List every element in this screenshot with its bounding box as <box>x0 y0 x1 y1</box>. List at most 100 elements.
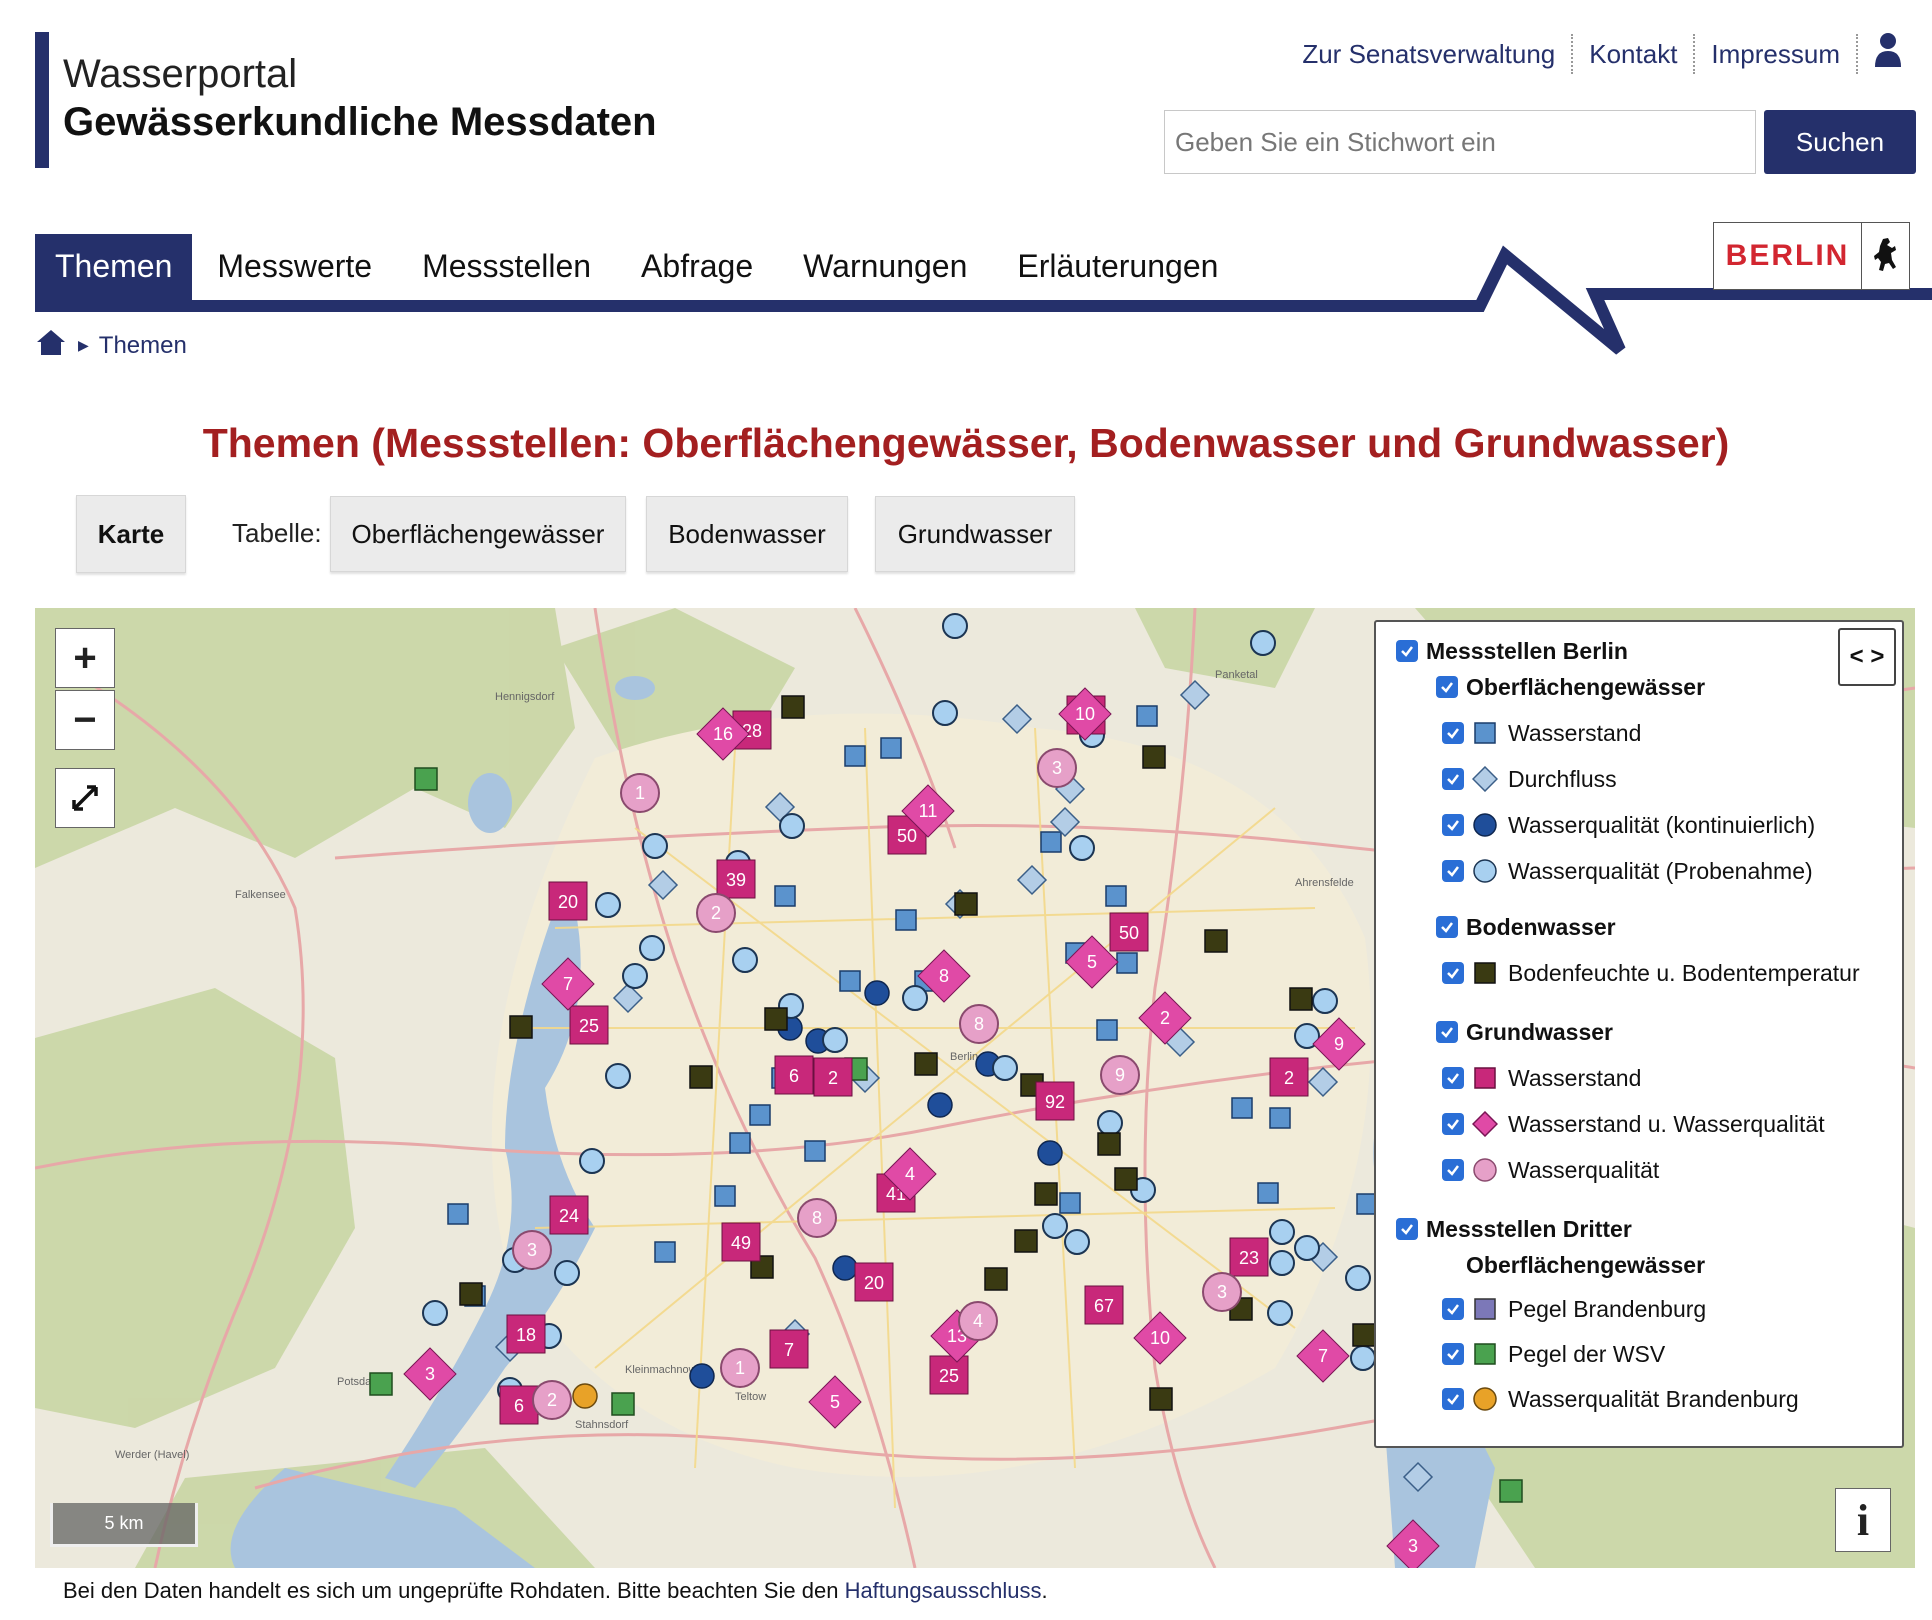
checkbox-checked-icon[interactable] <box>1442 1343 1464 1365</box>
bodenwasser-marker[interactable] <box>1097 1132 1121 1156</box>
gw-cluster[interactable]: 20 <box>548 881 588 921</box>
wq-probenahme-marker[interactable] <box>422 1300 448 1326</box>
ow-wasserstand-marker[interactable] <box>1136 705 1158 727</box>
bodenwasser-marker[interactable] <box>954 892 978 916</box>
haftungsausschluss-link[interactable]: Haftungsausschluss <box>845 1578 1042 1603</box>
wq-probenahme-marker[interactable] <box>554 1260 580 1286</box>
site-title[interactable]: Wasserportal <box>63 52 297 97</box>
wq-probenahme-marker[interactable] <box>1064 1229 1090 1255</box>
gw-cluster[interactable]: 1 <box>620 773 660 813</box>
legend-item-durchfluss[interactable]: Durchfluss <box>1442 762 1617 796</box>
gw-cluster[interactable]: 9 <box>1100 1055 1140 1095</box>
bodenwasser-marker[interactable] <box>459 1282 483 1306</box>
wq-probenahme-marker[interactable] <box>642 833 668 859</box>
tab-grundwasser[interactable]: Grundwasser <box>875 496 1075 572</box>
map[interactable]: Berlin Potsda Hennigsdorf Falkensee Telt… <box>35 608 1915 1568</box>
legend-item-gw-wasserstand[interactable]: Wasserstand <box>1442 1061 1641 1095</box>
nav-messstellen[interactable]: Messstellen <box>397 234 616 306</box>
legend-item-ow-wasserstand[interactable]: Wasserstand <box>1442 716 1641 750</box>
checkbox-checked-icon[interactable] <box>1436 1021 1458 1043</box>
wq-probenahme-marker[interactable] <box>1069 835 1095 861</box>
legend-ofg[interactable]: Oberflächengewässer <box>1436 670 1705 704</box>
zoom-out-button[interactable]: − <box>55 690 115 750</box>
ow-wasserstand-marker[interactable] <box>714 1185 736 1207</box>
wq-brandenburg-marker[interactable] <box>572 1383 598 1409</box>
gw-cluster[interactable]: 18 <box>506 1314 546 1354</box>
gw-cluster[interactable]: 23 <box>1229 1237 1269 1277</box>
link-impressum[interactable]: Impressum <box>1695 33 1858 74</box>
gw-cluster[interactable]: 6 <box>499 1385 539 1425</box>
ow-wasserstand-marker[interactable] <box>895 909 917 931</box>
gw-cluster[interactable]: 50 <box>1109 912 1149 952</box>
gw-cluster[interactable]: 3 <box>1202 1272 1242 1312</box>
bodenwasser-marker[interactable] <box>689 1065 713 1089</box>
wq-probenahme-marker[interactable] <box>992 1055 1018 1081</box>
wq-probenahme-marker[interactable] <box>942 613 968 639</box>
checkbox-checked-icon[interactable] <box>1442 814 1464 836</box>
ow-wasserstand-marker[interactable] <box>729 1132 751 1154</box>
checkbox-checked-icon[interactable] <box>1442 962 1464 984</box>
bodenwasser-marker[interactable] <box>764 1007 788 1031</box>
gw-cluster[interactable]: 25 <box>929 1355 969 1395</box>
nav-themen[interactable]: Themen <box>35 234 193 306</box>
pegel-wsv-marker[interactable] <box>414 767 438 791</box>
ow-wasserstand-marker[interactable] <box>839 970 861 992</box>
bodenwasser-marker[interactable] <box>781 695 805 719</box>
link-senatsverwaltung[interactable]: Zur Senatsverwaltung <box>1286 33 1574 74</box>
ow-wasserstand-marker[interactable] <box>774 885 796 907</box>
tab-oberflaechengewaesser[interactable]: Oberflächengewässer <box>330 496 626 572</box>
ow-wasserstand-marker[interactable] <box>880 737 902 759</box>
bodenwasser-marker[interactable] <box>984 1267 1008 1291</box>
search-button[interactable]: Suchen <box>1764 110 1916 174</box>
ow-wasserstand-marker[interactable] <box>447 1203 469 1225</box>
gw-cluster[interactable]: 24 <box>549 1195 589 1235</box>
wq-probenahme-marker[interactable] <box>1267 1300 1293 1326</box>
nav-warnungen[interactable]: Warnungen <box>778 234 992 306</box>
wq-kontinuierlich-marker[interactable] <box>832 1255 858 1281</box>
wq-probenahme-marker[interactable] <box>1345 1265 1371 1291</box>
pegel-wsv-marker[interactable] <box>1499 1479 1523 1503</box>
wq-probenahme-marker[interactable] <box>639 935 665 961</box>
bodenwasser-marker[interactable] <box>1014 1229 1038 1253</box>
wq-probenahme-marker[interactable] <box>1250 630 1276 656</box>
bodenwasser-marker[interactable] <box>1142 745 1166 769</box>
nav-erlaeuterungen[interactable]: Erläuterungen <box>992 234 1243 306</box>
ow-wasserstand-marker[interactable] <box>654 1241 676 1263</box>
gw-cluster[interactable]: 39 <box>716 859 756 899</box>
wq-probenahme-marker[interactable] <box>932 700 958 726</box>
checkbox-checked-icon[interactable] <box>1442 1067 1464 1089</box>
legend-item-bodenfeuchte[interactable]: Bodenfeuchte u. Bodentemperatur <box>1442 956 1860 990</box>
user-icon[interactable] <box>1858 32 1902 75</box>
checkbox-checked-icon[interactable] <box>1442 1159 1464 1181</box>
bodenwasser-marker[interactable] <box>1114 1167 1138 1191</box>
gw-cluster[interactable]: 25 <box>569 1005 609 1045</box>
wq-probenahme-marker[interactable] <box>1269 1219 1295 1245</box>
gw-cluster[interactable]: 8 <box>797 1198 837 1238</box>
nav-abfrage[interactable]: Abfrage <box>616 234 778 306</box>
wq-probenahme-marker[interactable] <box>1042 1213 1068 1239</box>
link-kontakt[interactable]: Kontakt <box>1573 33 1696 74</box>
wq-probenahme-marker[interactable] <box>902 985 928 1011</box>
legend-group-berlin[interactable]: Messstellen Berlin <box>1396 634 1628 668</box>
wq-probenahme-marker[interactable] <box>1312 988 1338 1014</box>
wq-probenahme-marker[interactable] <box>622 963 648 989</box>
info-button[interactable]: i <box>1835 1488 1891 1552</box>
legend-toggle-button[interactable]: < > <box>1838 628 1896 686</box>
checkbox-checked-icon[interactable] <box>1396 1218 1418 1240</box>
gw-cluster[interactable]: 8 <box>959 1004 999 1044</box>
gw-cluster[interactable]: 2 <box>696 893 736 933</box>
ow-wasserstand-marker[interactable] <box>1269 1107 1291 1129</box>
pegel-wsv-marker[interactable] <box>611 1392 635 1416</box>
legend-bodenwasser[interactable]: Bodenwasser <box>1436 910 1616 944</box>
gw-cluster[interactable]: 1 <box>720 1348 760 1388</box>
legend-item-pegel-brandenburg[interactable]: Pegel Brandenburg <box>1442 1292 1706 1326</box>
checkbox-checked-icon[interactable] <box>1442 768 1464 790</box>
gw-cluster[interactable]: 67 <box>1084 1285 1124 1325</box>
bodenwasser-marker[interactable] <box>1204 929 1228 953</box>
legend-item-gw-wasserqualitaet[interactable]: Wasserqualität <box>1442 1153 1659 1187</box>
gw-cluster[interactable]: 3 <box>1037 748 1077 788</box>
ow-wasserstand-marker[interactable] <box>804 1140 826 1162</box>
expand-arrows-icon[interactable] <box>55 768 115 828</box>
search-input[interactable] <box>1164 110 1756 174</box>
checkbox-checked-icon[interactable] <box>1436 916 1458 938</box>
